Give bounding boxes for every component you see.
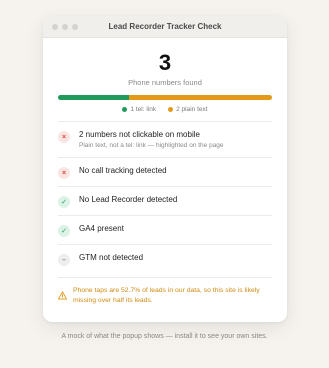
window-titlebar: Lead Recorder Tracker Check	[43, 16, 287, 38]
check-text: No Lead Recorder detected	[79, 194, 177, 205]
phone-count-label: Phone numbers found	[128, 78, 202, 87]
check-title: 2 numbers not clickable on mobile	[79, 130, 200, 139]
check-text: No call tracking detected	[79, 165, 167, 176]
page-caption: A mock of what the popup shows — install…	[61, 333, 268, 340]
page-stage: Lead Recorder Tracker Check 3 Phone numb…	[0, 0, 329, 368]
legend-item-tel: 1 tel: link	[122, 106, 156, 113]
check-status-icon: ×	[58, 167, 70, 179]
check-row: × No call tracking detected	[58, 158, 272, 187]
check-row: – GTM not detected	[58, 245, 272, 273]
check-text: GTM not detected	[79, 252, 143, 263]
warning-triangle-icon	[58, 287, 68, 305]
bar-segment-tel	[58, 95, 130, 100]
check-text: 2 numbers not clickable on mobile Plain …	[79, 129, 224, 150]
bar-legend: 1 tel: link 2 plain text	[43, 106, 287, 113]
legend-dot-tel	[122, 107, 128, 112]
check-subtitle: Plain text, not a tel: link — highlighte…	[79, 142, 224, 149]
check-row: ✓ No Lead Recorder detected	[58, 187, 272, 216]
check-status-icon: ✓	[58, 225, 70, 237]
legend-label-plain: 2 plain text	[176, 106, 208, 113]
check-title: GA4 present	[79, 224, 124, 233]
legend-dot-plain	[168, 107, 174, 112]
window-title: Lead Recorder Tracker Check	[108, 22, 222, 31]
phone-type-bar	[58, 95, 272, 100]
legend-label-tel: 1 tel: link	[130, 106, 157, 113]
warning-text: Phone taps are 52.7% of leads in our dat…	[73, 287, 260, 304]
check-title: GTM not detected	[79, 253, 144, 262]
check-title: No call tracking detected	[79, 166, 167, 175]
bar-segment-plain	[129, 95, 272, 100]
legend-item-plain: 2 plain text	[168, 106, 208, 113]
check-status-icon: ✓	[58, 196, 70, 208]
phone-count: 3	[158, 50, 172, 75]
popup-window: Lead Recorder Tracker Check 3 Phone numb…	[43, 16, 287, 322]
check-row: ✓ GA4 present	[58, 216, 272, 245]
check-list: × 2 numbers not clickable on mobile Plai…	[58, 121, 272, 273]
check-status-icon: –	[58, 254, 70, 266]
warning-note: Phone taps are 52.7% of leads in our dat…	[58, 277, 272, 306]
check-status-icon: ×	[58, 131, 70, 143]
check-row: × 2 numbers not clickable on mobile Plai…	[58, 122, 272, 158]
check-text: GA4 present	[79, 223, 124, 234]
check-title: No Lead Recorder detected	[79, 195, 178, 204]
